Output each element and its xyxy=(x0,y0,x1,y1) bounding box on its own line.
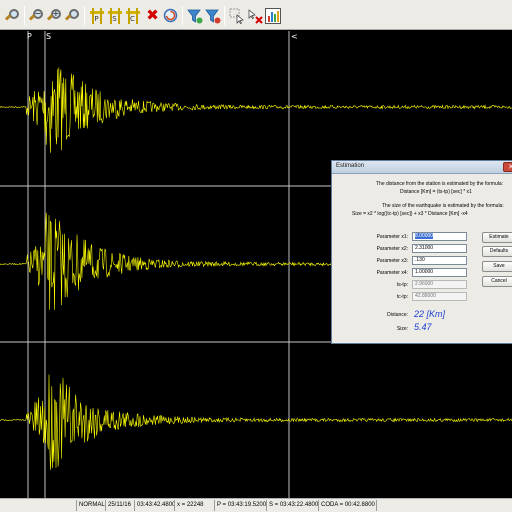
pan-icon[interactable] xyxy=(4,7,21,24)
close-button[interactable]: ✕ xyxy=(503,162,512,172)
s-marker-label: S xyxy=(46,32,52,41)
distance-description: The distance from the station is estimat… xyxy=(376,181,504,187)
pick-coda-icon[interactable]: C xyxy=(124,7,141,24)
toolbar-separator xyxy=(84,6,85,25)
param-x3-label: Parameter x3: xyxy=(376,258,408,264)
size-description: The size of the earthquake is estimated … xyxy=(382,203,504,209)
seismic-trace-1 xyxy=(0,67,512,153)
estimation-dialog: Estimation ✕ The distance from the stati… xyxy=(331,160,512,344)
tc-tp-field: 42.88000 xyxy=(412,292,467,301)
toolbar-separator xyxy=(24,6,25,25)
estimate-button[interactable]: Estimate xyxy=(482,232,512,243)
status-coda: CODA = 00:42.8800 xyxy=(318,500,376,511)
clear-pointer-icon[interactable] xyxy=(246,7,263,24)
pointer-icon[interactable] xyxy=(228,7,245,24)
seismogram-app: − + P S C ✖ P S < Estimation ✕ The dista… xyxy=(0,0,512,512)
dialog-title-bar[interactable]: Estimation ✕ xyxy=(332,161,512,174)
status-x: x = 22248 xyxy=(174,500,214,511)
ts-tp-label: ts-tp: xyxy=(396,282,408,288)
distance-formula: Distance [Km] = (ts-tp) [sec] * x1 xyxy=(400,189,472,195)
zoom-in-icon[interactable]: + xyxy=(46,7,63,24)
tc-tp-label: tc-tp: xyxy=(396,294,408,300)
param-x2-label: Parameter x2: xyxy=(376,246,408,252)
reset-icon[interactable] xyxy=(162,7,179,24)
cancel-button[interactable]: Cancel xyxy=(482,276,512,287)
ts-tp-field: 2.96000 xyxy=(412,280,467,289)
filter-add-icon[interactable] xyxy=(186,7,203,24)
status-s: S = 03:43:22.4800 xyxy=(266,500,318,511)
distance-label: Distance: xyxy=(387,312,408,318)
status-mode: NORMAL xyxy=(76,500,105,511)
toolbar-separator xyxy=(224,6,225,25)
param-x4-input[interactable]: 1.00000 xyxy=(412,268,467,277)
size-label: Size: xyxy=(396,326,408,332)
status-empty xyxy=(376,500,512,511)
status-date: 25/11/16 xyxy=(105,500,134,511)
toolbar-separator xyxy=(182,6,183,25)
filter-remove-icon[interactable] xyxy=(204,7,221,24)
status-bar: NORMAL 25/11/16 03:43:42.4800 x = 22248 … xyxy=(0,498,512,512)
size-formula: Size = x2 * log((tc-tp) [sec]) + x3 * Di… xyxy=(352,211,468,217)
pick-p-icon[interactable]: P xyxy=(88,7,105,24)
save-button[interactable]: Save xyxy=(482,261,512,272)
toolbar: − + P S C ✖ xyxy=(0,0,512,30)
delete-icon[interactable]: ✖ xyxy=(144,7,161,24)
status-p: P = 03:43:19.5200 xyxy=(214,500,266,511)
pick-s-icon[interactable]: S xyxy=(106,7,123,24)
chart-icon[interactable] xyxy=(264,7,281,24)
seismic-trace-3 xyxy=(0,374,512,470)
zoom-fit-icon[interactable] xyxy=(64,7,81,24)
param-x3-input[interactable]: .130 xyxy=(412,256,467,265)
zoom-out-icon[interactable]: − xyxy=(28,7,45,24)
param-x2-input[interactable]: 2.31000 xyxy=(412,244,467,253)
size-value: 5.47 xyxy=(414,322,432,332)
status-time: 03:43:42.4800 xyxy=(134,500,174,511)
coda-marker-label: < xyxy=(291,32,298,41)
param-x1-input[interactable]: 8.00000 xyxy=(412,232,467,241)
dialog-title: Estimation xyxy=(336,163,365,169)
param-x4-label: Parameter x4: xyxy=(376,270,408,276)
distance-value: 22 [Km] xyxy=(414,309,446,319)
p-marker-label: P xyxy=(27,32,32,41)
param-x1-label: Parameter x1: xyxy=(376,234,408,240)
defaults-button[interactable]: Defaults xyxy=(482,246,512,257)
